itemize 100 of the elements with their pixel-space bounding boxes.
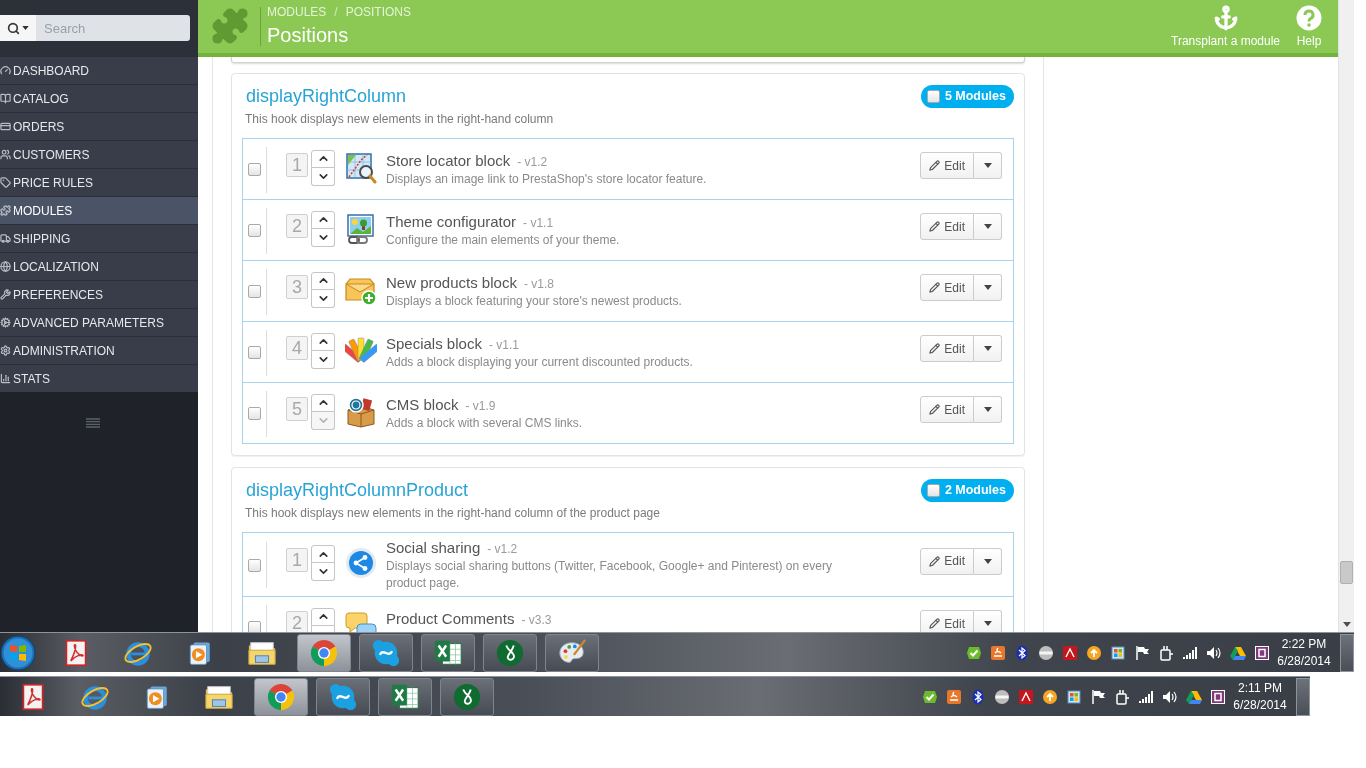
sidebar-item[interactable]: CATALOG — [0, 84, 198, 112]
checkbox[interactable] — [248, 224, 261, 237]
hook-title: displayRightColumnProduct — [246, 479, 469, 502]
show-desktop-button[interactable] — [1296, 677, 1310, 716]
sidebar-item[interactable]: CUSTOMERS — [0, 140, 198, 168]
taskbar-button[interactable] — [254, 677, 308, 716]
edit-button[interactable]: Edit — [920, 152, 974, 179]
bluetooth-icon — [970, 688, 986, 705]
help-icon — [1296, 5, 1322, 31]
power-plug-icon — [1158, 644, 1174, 661]
module-version: - v1.2 — [517, 155, 548, 169]
edit-button[interactable]: Edit — [920, 547, 974, 575]
sidebar-item[interactable]: ADVANCED PARAMETERS — [0, 308, 198, 336]
move-down-button[interactable] — [311, 228, 335, 247]
scrollbar[interactable] — [1338, 0, 1354, 632]
check-badge-icon — [922, 688, 938, 705]
pencil-icon — [929, 343, 941, 354]
sidebar-item[interactable]: STATS — [0, 364, 198, 392]
square-tile-icon — [1210, 688, 1226, 705]
module-version: - v1.8 — [523, 277, 554, 291]
move-up-button[interactable] — [311, 149, 335, 168]
dropdown-button[interactable] — [974, 152, 1002, 179]
dropdown-button[interactable] — [974, 396, 1002, 423]
sidebar-item[interactable]: PREFERENCES — [0, 280, 198, 308]
truck-icon — [0, 233, 11, 244]
sidebar-item[interactable]: PRICE RULES — [0, 168, 198, 196]
edit-button[interactable]: Edit — [920, 335, 974, 362]
position-number: 2 — [286, 213, 308, 238]
menu-icon[interactable] — [86, 418, 100, 428]
edit-button[interactable]: Edit — [920, 274, 974, 301]
module-count: 2 Modules — [944, 481, 1006, 499]
sidebar-item[interactable]: SHIPPING — [0, 224, 198, 252]
flag-icon — [1134, 644, 1150, 661]
sidebar-item[interactable]: ADMINISTRATION — [0, 336, 198, 364]
checkbox[interactable] — [248, 621, 261, 632]
wrench-icon — [0, 289, 11, 300]
chat-cloud-icon — [371, 637, 401, 668]
checkbox[interactable] — [248, 407, 261, 420]
checkbox[interactable] — [248, 346, 261, 359]
edit-button[interactable]: Edit — [920, 396, 974, 423]
taskbar-button[interactable] — [483, 633, 537, 672]
taskbar-button[interactable] — [378, 677, 432, 716]
module-description: Displays a block featuring your store's newest products. — [386, 293, 683, 310]
pencil-icon — [929, 618, 941, 629]
module-version: - v3.3 — [521, 613, 552, 627]
move-up-button[interactable] — [311, 210, 335, 229]
show-desktop-button[interactable] — [1340, 633, 1354, 672]
taskbar-button[interactable] — [440, 677, 494, 716]
signal-bars-icon — [1138, 688, 1154, 705]
checkbox[interactable] — [926, 89, 940, 103]
dropdown-button[interactable] — [974, 213, 1002, 240]
dropdown-button[interactable] — [974, 335, 1002, 362]
scrollbar-thumb[interactable] — [1340, 561, 1353, 584]
move-up-button[interactable] — [311, 271, 335, 290]
scroll-down-arrow-icon[interactable] — [1342, 622, 1351, 627]
cup-tile-icon — [990, 644, 1006, 661]
checkbox[interactable] — [248, 163, 261, 176]
move-down-button[interactable] — [311, 167, 335, 186]
checkbox[interactable] — [248, 558, 261, 572]
move-down-button[interactable] — [311, 563, 335, 581]
clock[interactable]: 2:11 PM 6/28/2014 — [1230, 679, 1290, 714]
move-down-button[interactable] — [311, 289, 335, 308]
sidebar-item[interactable]: DASHBOARD — [0, 56, 198, 84]
module-description: Configure the main elements of your theme. — [386, 232, 621, 249]
dropdown-button[interactable] — [974, 274, 1002, 301]
media-player-icon — [144, 683, 170, 710]
credit-card-icon — [0, 121, 11, 132]
clock[interactable]: 2:22 PM 6/28/2014 — [1274, 635, 1334, 670]
caret-icon — [983, 285, 992, 290]
search-field[interactable]: Search — [36, 15, 190, 41]
gauge-icon — [0, 65, 11, 76]
move-up-button[interactable] — [311, 607, 335, 626]
chat-cloud-icon — [328, 681, 358, 712]
dropdown-button[interactable] — [974, 610, 1002, 632]
move-up-button[interactable] — [311, 545, 335, 563]
module-name: Product Comments — [386, 609, 515, 629]
checkbox[interactable] — [926, 483, 940, 497]
upload-circle-icon — [1086, 644, 1102, 661]
taskbar-button[interactable] — [297, 633, 351, 672]
sidebar-item[interactable]: MODULES — [0, 196, 198, 224]
caret-icon — [983, 346, 992, 351]
bluetooth-icon — [1014, 644, 1030, 661]
module-name: Specials block — [386, 334, 482, 354]
sidebar-item[interactable]: LOCALIZATION — [0, 252, 198, 280]
move-up-button[interactable] — [311, 393, 335, 412]
search-dropdown-button[interactable] — [0, 15, 36, 41]
edit-button[interactable]: Edit — [920, 610, 974, 632]
taskbar-button[interactable] — [421, 633, 475, 672]
hook-description: This hook displays new elements in the right-hand column of the product page — [244, 505, 661, 521]
edit-button[interactable]: Edit — [920, 213, 974, 240]
move-down-button[interactable] — [311, 350, 335, 369]
dropdown-button[interactable] — [974, 547, 1002, 575]
caret-icon — [983, 163, 992, 168]
move-up-button[interactable] — [311, 332, 335, 351]
anchor-icon — [1212, 5, 1239, 31]
sphere-icon — [994, 688, 1010, 705]
taskbar-button[interactable] — [545, 633, 599, 672]
module-count: 5 Modules — [944, 87, 1006, 105]
checkbox[interactable] — [248, 285, 261, 298]
sidebar-item[interactable]: ORDERS — [0, 112, 198, 140]
